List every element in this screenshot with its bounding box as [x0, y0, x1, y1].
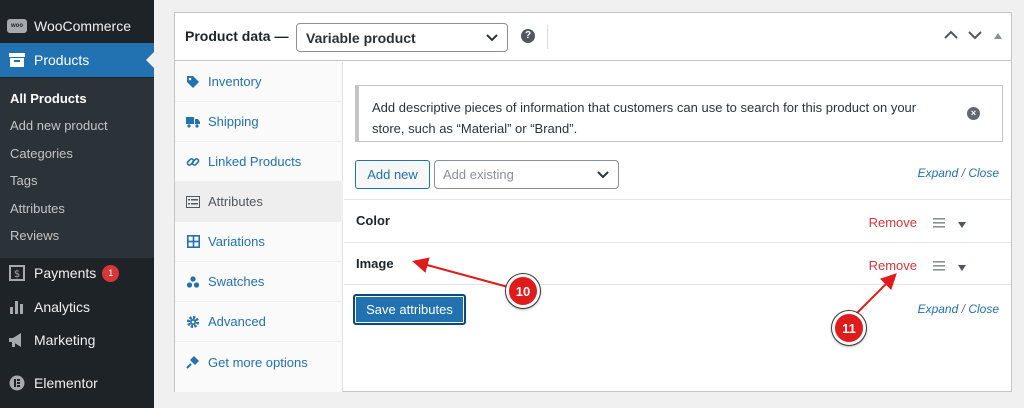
close-link[interactable]: Close — [968, 166, 999, 180]
dollar-icon: $ — [7, 264, 27, 282]
tab-swatches-label: Swatches — [208, 274, 265, 289]
submenu-tags[interactable]: Tags — [10, 173, 37, 188]
menu-analytics[interactable]: Analytics — [0, 290, 154, 324]
expand-link[interactable]: Expand — [918, 302, 959, 316]
caret-down-icon[interactable] — [957, 260, 967, 275]
menu-woocommerce[interactable]: woo WooCommerce — [0, 9, 154, 43]
product-type-select[interactable]: Variable product — [296, 23, 508, 52]
product-type-value: Variable product — [306, 29, 416, 46]
expand-close-separator: / — [961, 302, 965, 316]
grid-icon — [186, 235, 200, 249]
tab-inventory-label: Inventory — [208, 74, 262, 89]
remove-link[interactable]: Remove — [869, 258, 917, 273]
menu-marketing[interactable]: Marketing — [0, 323, 154, 357]
tab-variations[interactable]: Variations — [175, 222, 343, 262]
tab-linked-products-label: Linked Products — [208, 154, 302, 169]
link-icon — [186, 155, 200, 169]
menu-payments-label: Payments — [34, 265, 97, 281]
tab-linked-products[interactable]: Linked Products — [175, 142, 343, 182]
panel-header: Product data — Variable product ? — [175, 13, 1011, 61]
product-data-panel: Product data — Variable product ? Invent… — [174, 12, 1012, 392]
tab-get-more-options-label: Get more options — [208, 354, 308, 370]
close-icon[interactable]: × — [967, 107, 980, 120]
tab-variations-label: Variations — [208, 234, 265, 249]
chevron-down-icon — [485, 30, 499, 47]
menu-payments[interactable]: $ Payments 1 — [0, 256, 154, 290]
tab-attributes[interactable]: Attributes — [175, 182, 343, 222]
tag-icon — [186, 75, 200, 89]
chevron-down-icon — [596, 167, 610, 184]
svg-text:$: $ — [14, 269, 20, 280]
add-new-button[interactable]: Add new — [355, 160, 430, 189]
payments-badge: 1 — [102, 264, 120, 282]
woo-logo: woo — [7, 19, 27, 33]
help-icon[interactable]: ? — [521, 29, 535, 43]
submenu-attributes[interactable]: Attributes — [10, 201, 65, 216]
menu-products-label: Products — [34, 52, 90, 68]
expand-close-separator: / — [961, 166, 965, 180]
elementor-icon — [7, 374, 27, 392]
add-existing-select[interactable]: Add existing — [434, 160, 619, 189]
collapse-panel-icon[interactable] — [993, 29, 1003, 44]
swatches-icon — [186, 275, 200, 289]
tab-shipping[interactable]: Shipping — [175, 102, 343, 142]
expand-close-bottom: Expand / Close — [918, 302, 999, 316]
menu-elementor-label: Elementor — [34, 375, 98, 391]
step-callout-11: 11 — [832, 311, 866, 345]
step-callout-10: 10 — [506, 274, 540, 308]
attribute-row-color[interactable]: Color Remove — [344, 199, 1011, 242]
submenu-reviews[interactable]: Reviews — [10, 228, 59, 243]
menu-marketing-label: Marketing — [34, 332, 96, 348]
list-view-icon — [186, 195, 200, 209]
gear-icon — [186, 315, 200, 329]
attribute-row-image[interactable]: Image Remove — [344, 242, 1011, 285]
menu-woocommerce-label: WooCommerce — [34, 18, 131, 34]
attributes-footer-divider — [344, 284, 1011, 285]
expand-link[interactable]: Expand — [918, 166, 959, 180]
attribute-name: Color — [356, 213, 390, 228]
megaphone-icon — [7, 331, 27, 349]
product-data-tabs: Inventory Shipping Linked Products Attri… — [175, 62, 343, 392]
add-existing-placeholder: Add existing — [443, 167, 514, 182]
save-attributes-button[interactable]: Save attributes — [353, 294, 466, 325]
truck-icon — [186, 115, 200, 129]
tab-get-more-options[interactable]: Get more options — [175, 342, 343, 382]
attribute-name: Image — [356, 256, 394, 271]
submenu-all-products[interactable]: All Products — [10, 91, 87, 106]
panel-title: Product data — — [185, 28, 289, 44]
attributes-info-notice: Add descriptive pieces of information th… — [355, 85, 1003, 142]
tab-swatches[interactable]: Swatches — [175, 262, 343, 302]
header-divider — [547, 25, 548, 49]
tab-advanced[interactable]: Advanced — [175, 302, 343, 342]
submenu-categories[interactable]: Categories — [10, 146, 73, 161]
products-submenu: All Products Add new product Categories … — [0, 78, 154, 258]
archive-icon — [7, 51, 27, 69]
menu-analytics-label: Analytics — [34, 299, 91, 315]
bar-chart-icon — [7, 298, 27, 316]
notice-text: Add descriptive pieces of information th… — [372, 100, 917, 136]
admin-sidebar: woo WooCommerce Products All Products Ad… — [0, 0, 154, 408]
tab-attributes-label: Attributes — [208, 194, 263, 209]
menu-elementor[interactable]: Elementor — [0, 366, 154, 400]
tab-advanced-label: Advanced — [208, 314, 266, 329]
remove-link[interactable]: Remove — [869, 215, 917, 230]
drag-handle-icon[interactable] — [933, 259, 945, 274]
plug-icon — [186, 355, 200, 369]
move-up-icon[interactable] — [943, 27, 959, 46]
tab-inventory[interactable]: Inventory — [175, 62, 343, 102]
woocommerce-icon: woo — [7, 17, 27, 35]
menu-products[interactable]: Products — [0, 43, 154, 77]
drag-handle-icon[interactable] — [933, 216, 945, 231]
caret-down-icon[interactable] — [957, 217, 967, 232]
close-link[interactable]: Close — [968, 302, 999, 316]
move-down-icon[interactable] — [967, 27, 983, 46]
submenu-add-new-product[interactable]: Add new product — [10, 118, 108, 133]
tab-shipping-label: Shipping — [208, 114, 259, 129]
expand-close-top: Expand / Close — [918, 166, 999, 180]
